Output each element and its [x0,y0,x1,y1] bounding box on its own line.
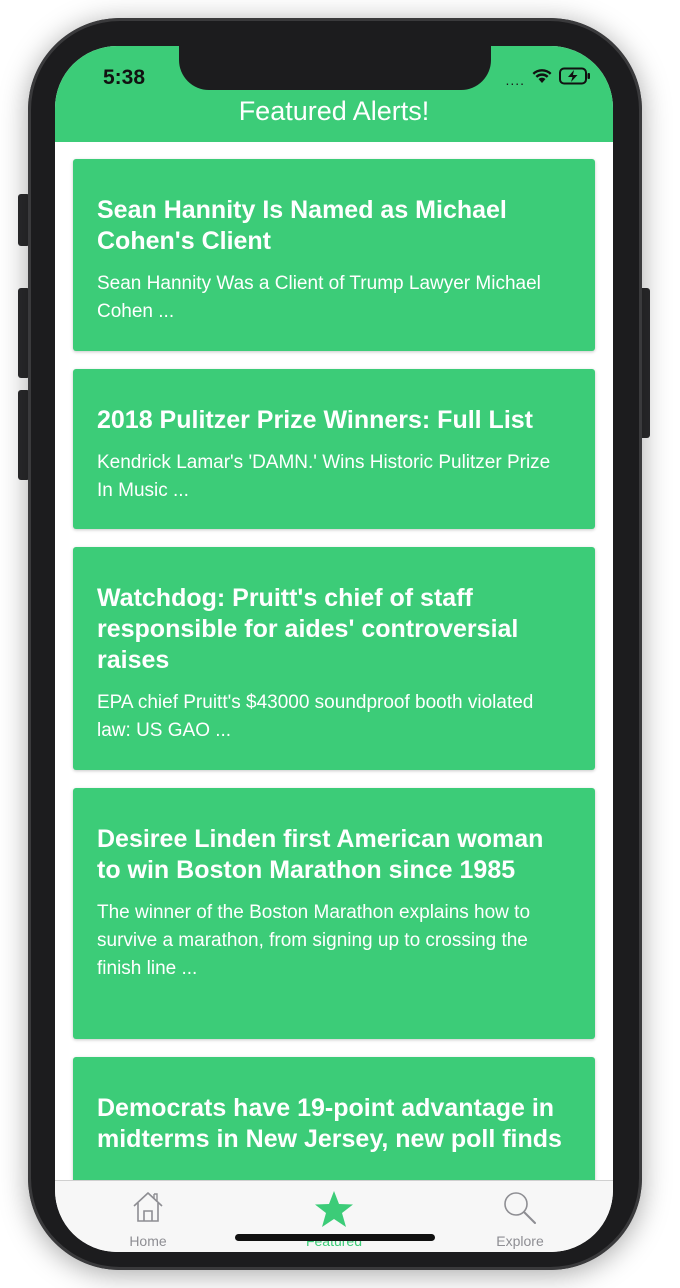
wifi-icon [531,68,553,89]
alert-title: Democrats have 19-point advantage in mid… [97,1094,562,1153]
tab-bar: Home Featured Explore [55,1180,613,1252]
alert-description: The winner of the Boston Marathon explai… [97,902,531,979]
header-bar: 5:38 .... Featured Alerts! [55,46,613,142]
tab-explore[interactable]: Explore [427,1181,613,1252]
tab-home[interactable]: Home [55,1181,241,1252]
home-icon [131,1189,165,1230]
signal-dots: .... [505,72,525,88]
status-icons: .... [505,67,591,90]
alert-card[interactable]: Sean Hannity Is Named as Michael Cohen's… [73,159,595,351]
star-icon [313,1189,355,1234]
alert-title: Desiree Linden first American woman to w… [97,825,544,884]
tab-label: Home [129,1233,167,1249]
search-icon [501,1189,539,1232]
tab-label: Explore [496,1233,544,1249]
tab-featured[interactable]: Featured [241,1181,427,1252]
alert-card[interactable]: Desiree Linden first American woman to w… [73,788,595,1039]
alert-description: Sean Hannity Was a Client of Trump Lawye… [97,273,541,322]
app-screen: 5:38 .... Featured Alerts! Sean Hannity … [55,46,613,1252]
alert-title: Watchdog: Pruitt's chief of staff respon… [97,584,519,674]
alert-description: EPA chief Pruitt's $43000 soundproof boo… [97,692,534,741]
page-title: Featured Alerts! [238,96,430,126]
alert-card[interactable]: Democrats have 19-point advantage in mid… [73,1057,595,1180]
alert-title: 2018 Pulitzer Prize Winners: Full List [97,406,533,434]
alert-description: Kendrick Lamar's 'DAMN.' Wins Historic P… [97,452,551,501]
alert-card[interactable]: Watchdog: Pruitt's chief of staff respon… [73,547,595,770]
status-time: 5:38 [103,66,146,89]
home-indicator [235,1234,435,1241]
alerts-feed[interactable]: Sean Hannity Is Named as Michael Cohen's… [55,142,613,1180]
alert-card[interactable]: 2018 Pulitzer Prize Winners: Full List K… [73,369,595,529]
alert-title: Sean Hannity Is Named as Michael Cohen's… [97,196,507,255]
device-notch [179,46,491,90]
battery-charging-icon [559,67,591,90]
